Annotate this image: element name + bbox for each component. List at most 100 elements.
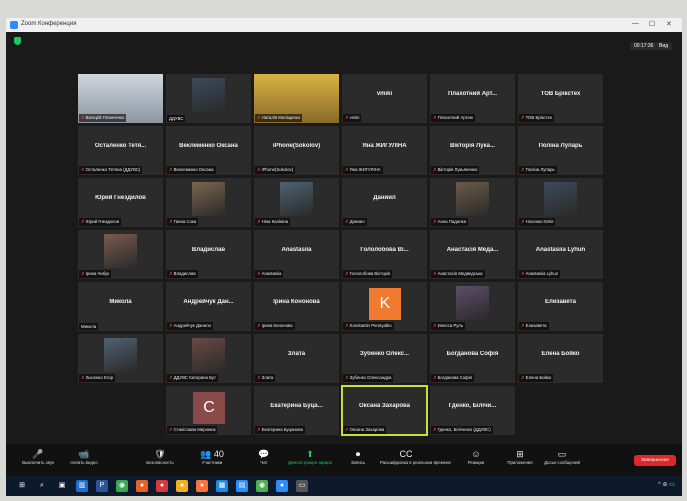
avatar-letter: С xyxy=(193,392,225,424)
toolbar-button[interactable]: CC Расшифровка в реальном времени xyxy=(380,448,451,465)
participant-tile[interactable]: Елена Бойко ✗Елена Бойко xyxy=(518,334,603,383)
participant-tile[interactable]: Андрейчук Дан... ✗Андрейчук Данило xyxy=(166,282,251,331)
participant-label: ✗Anastasiia xyxy=(255,270,284,278)
participant-name: Веклеменко Оксана xyxy=(179,143,238,149)
system-tray[interactable]: ^ ⊕ ▭ xyxy=(658,481,675,488)
participant-tile[interactable]: Веклеменко Оксана ✗Веклеменко Оксана xyxy=(166,126,251,175)
participant-tile[interactable]: ✗Ганна Сока xyxy=(166,178,251,227)
participant-tile[interactable]: Злата ✗Злата xyxy=(254,334,339,383)
participant-name: vmiki xyxy=(376,91,393,97)
muted-mic-icon: ✗ xyxy=(433,271,437,276)
participant-tile[interactable]: ✗Наталія Меліщенко xyxy=(254,74,339,123)
participant-tile[interactable]: Богданова Софія ✗Богданова Софія xyxy=(430,334,515,383)
participant-label: ✗ТОВ Брікстех xyxy=(519,114,555,122)
toolbar-button[interactable]: 💬 Чат xyxy=(238,448,290,465)
participant-tile[interactable]: ✗Ірина Чибук xyxy=(78,230,163,279)
participant-tile[interactable]: ✗Носенко Юлія xyxy=(518,178,603,227)
taskbar-app-icon[interactable]: ▤ xyxy=(236,480,248,492)
toolbar-button[interactable]: ⬆ Демонстрация экрана xyxy=(284,448,336,465)
taskbar-app-icon[interactable]: ▣ xyxy=(56,480,68,492)
participant-label-text: Гденко, Біліченко (ДДУВС) xyxy=(437,427,491,432)
participant-tile[interactable]: Зубенко Олекс... ✗Зубенко Олександра xyxy=(342,334,427,383)
participant-tile[interactable]: Даниил ✗Даниил xyxy=(342,178,427,227)
participant-name: Гденко, Білічи... xyxy=(448,403,497,409)
toolbar-button[interactable]: 👥 40 Участники xyxy=(186,448,238,465)
close-button[interactable]: ✕ xyxy=(666,20,672,28)
participant-tile[interactable]: Гденко, Білічи... ✗Гденко, Біліченко (ДДУ… xyxy=(430,386,515,435)
participant-name: Анастасія Меда... xyxy=(446,247,499,253)
participant-tile[interactable]: ✗Анна Падалка xyxy=(430,178,515,227)
participant-tile[interactable]: Вікторія Лука... ✗Вікторія Лукьяненко xyxy=(430,126,515,175)
participant-tile[interactable]: Екатерина Буца... ✗Екатерина Буцанова xyxy=(254,386,339,435)
participant-tile[interactable]: vmiki ✗vmiki xyxy=(342,74,427,123)
muted-mic-icon: ✗ xyxy=(345,427,349,432)
taskbar-app-icon[interactable]: ● xyxy=(136,480,148,492)
participant-label-text: Вікторія Лукьяненко xyxy=(437,167,478,172)
taskbar-app-icon[interactable]: ▥ xyxy=(76,480,88,492)
maximize-button[interactable]: ☐ xyxy=(649,20,655,28)
taskbar-app-icon[interactable]: ● xyxy=(276,480,288,492)
participant-tile[interactable]: ✗Инесса Руль xyxy=(430,282,515,331)
participant-label-text: Зубенко Олександра xyxy=(349,375,392,380)
participant-label: ✗Лысенко Егор xyxy=(79,374,116,382)
participant-tile[interactable]: Микола Микола xyxy=(78,282,163,331)
taskbar-app-icon[interactable]: ◉ xyxy=(116,480,128,492)
participant-label: ✗Гололобова Вікторія xyxy=(343,270,393,278)
participant-tile[interactable]: iPhone(Sokolov) ✗iPhone(Sokolov) xyxy=(254,126,339,175)
toolbar-button[interactable]: 📹 Начать видео xyxy=(58,448,110,465)
participant-tile[interactable]: Гололобова Ві... ✗Гололобова Вікторія xyxy=(342,230,427,279)
toolbar-button[interactable]: ⏺ Запись xyxy=(332,448,384,465)
participant-tile[interactable]: Anastasiia ✗Anastasiia xyxy=(254,230,339,279)
participant-tile[interactable]: Осталенко Тетя... ✗Осталенко Тетяна (ДДУВ… xyxy=(78,126,163,175)
participant-name: Екатерина Буца... xyxy=(270,403,323,409)
muted-mic-icon: ✗ xyxy=(169,271,173,276)
participant-tile[interactable]: Владислав ✗Владислав xyxy=(166,230,251,279)
muted-mic-icon: ✗ xyxy=(257,323,261,328)
participant-name: Микола xyxy=(109,299,132,305)
participant-tile[interactable]: ТОВ Брікстех ✗ТОВ Брікстех xyxy=(518,74,603,123)
taskbar-app-icon[interactable]: ◉ xyxy=(256,480,268,492)
participant-tile[interactable]: Яна ЖИГУЛІНА ✗Яна ЖИГУЛІНА xyxy=(342,126,427,175)
taskbar-app-icon[interactable]: ● xyxy=(176,480,188,492)
participant-label: ДДУВС xyxy=(167,115,186,122)
participant-label-text: Екатерина Буцанова xyxy=(261,427,303,432)
participant-tile[interactable]: Елизавета ✗Елизавета xyxy=(518,282,603,331)
taskbar-app-icon[interactable]: ▭ xyxy=(296,480,308,492)
participant-tile[interactable]: Ірина Кононова ✗Ірина Кононова xyxy=(254,282,339,331)
meeting-timer: 00:17:36 xyxy=(630,42,658,50)
taskbar-app-icon[interactable]: ● xyxy=(156,480,168,492)
participant-tile[interactable]: Анастасія Меда... ✗Анастасія Медведська xyxy=(430,230,515,279)
participant-name: Anastasiia Lyhun xyxy=(535,247,586,253)
participant-label: ✗Anastasiia Lyhun xyxy=(519,270,561,278)
taskbar-app-icon[interactable]: ● xyxy=(196,480,208,492)
toolbar-button[interactable]: ▭ Досье сообщений xyxy=(536,448,588,465)
muted-mic-icon: ✗ xyxy=(345,115,349,120)
participant-tile[interactable]: Оксана Захарова ✗Оксана Захарова xyxy=(341,385,428,436)
participant-label-text: Anastasiia Lyhun xyxy=(525,271,559,276)
taskbar-app-icon[interactable]: ▦ xyxy=(216,480,228,492)
participant-tile[interactable]: ✗Лысенко Егор xyxy=(78,334,163,383)
participant-label-text: Носенко Юлія xyxy=(525,219,554,224)
participant-tile[interactable]: ✗Валерій Планченко xyxy=(78,74,163,123)
taskbar-app-icon[interactable]: ⊞ xyxy=(16,480,28,492)
end-meeting-button[interactable]: Завершение xyxy=(634,455,676,466)
participant-tile[interactable]: С ✗Станіслава Миронюк xyxy=(166,386,251,435)
profile-photo xyxy=(456,182,489,216)
participant-label: ✗Станіслава Миронюк xyxy=(167,426,218,434)
participant-tile[interactable]: Плахотний Арт... ✗Плахотний Артем xyxy=(430,74,515,123)
participant-tile[interactable]: Anastasiia Lyhun ✗Anastasiia Lyhun xyxy=(518,230,603,279)
taskbar-app-icon[interactable]: P xyxy=(96,480,108,492)
participant-tile[interactable]: K ✗Konstantin Peretyatko xyxy=(342,282,427,331)
minimize-button[interactable]: — xyxy=(632,20,639,27)
view-button[interactable]: Вид xyxy=(655,42,673,50)
participant-label-text: Анастасія Медведська xyxy=(437,271,483,276)
participant-tile[interactable]: Юрий Гнездилов ✗Юрий Гнездилов xyxy=(78,178,163,227)
toolbar-button[interactable]: 🛡 Безопасность xyxy=(134,448,186,465)
participant-tile[interactable]: ✗ДДУВС Катерина Бут xyxy=(166,334,251,383)
participant-tile[interactable]: Поліна Лупарь ✗Поліна Лупарь xyxy=(518,126,603,175)
participant-tile[interactable]: ✗Ніна Калініна xyxy=(254,178,339,227)
taskbar-app-icon[interactable]: ⌕ xyxy=(36,480,48,492)
encryption-shield-icon[interactable] xyxy=(14,37,21,45)
participant-tile[interactable]: ДДУВС xyxy=(166,74,251,123)
toolbar-button[interactable]: 🎤 Выключить звук xyxy=(12,448,64,465)
